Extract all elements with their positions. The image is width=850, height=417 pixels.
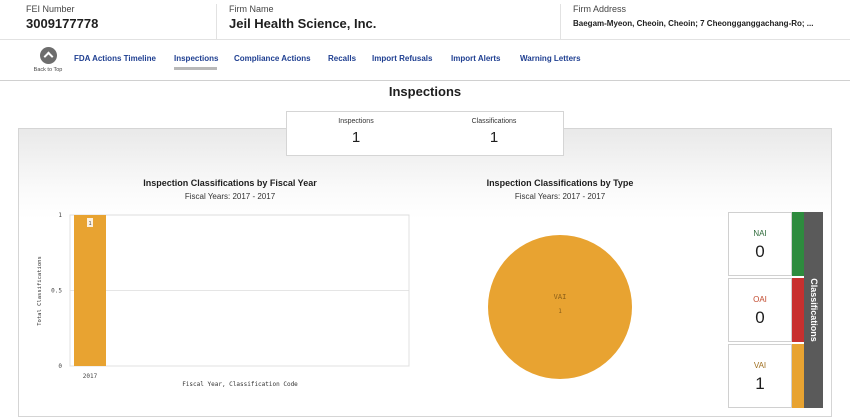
classifications-count-value: 1	[489, 129, 499, 146]
legend-vai-value: 1	[755, 374, 765, 393]
bar-mark[interactable]	[74, 215, 106, 366]
pie-slice-value: 1	[558, 308, 562, 315]
bar-y-tick-label: 1	[58, 212, 62, 219]
bar-y-tick-label: 0.5	[51, 288, 62, 295]
legend-oai[interactable]: OAI 0	[728, 278, 792, 342]
bar-data-label: 1	[88, 221, 91, 227]
legend-vai[interactable]: VAI 1	[728, 344, 792, 408]
pie-slice[interactable]	[488, 235, 632, 379]
inspections-count-value: 1	[351, 129, 361, 146]
classifications-count-label: Classifications	[471, 118, 517, 125]
pie-slice-label: VAI	[554, 293, 567, 301]
bar-y-tick-label: 0	[58, 363, 62, 370]
bar-x-tick-label: 2017	[83, 373, 98, 380]
counts-summary: Inspections 1 Classifications 1	[286, 111, 564, 156]
legend-vai-label: VAI	[753, 361, 767, 370]
legend-nai-label: NAI	[753, 229, 767, 238]
pie-chart-subtitle: Fiscal Years: 2017 - 2017	[514, 192, 606, 201]
bar-x-axis-label: Fiscal Year, Classification Code	[182, 381, 298, 388]
legend-nai-value: 0	[755, 242, 765, 261]
pie-chart: VAI 1	[488, 235, 632, 379]
bar-y-axis-label: Total Classifications	[37, 256, 43, 326]
legend-vai-color-bar	[792, 344, 804, 408]
legend-nai-color-bar	[792, 212, 804, 276]
inspections-count: Inspections 1	[291, 118, 421, 146]
inspections-count-label: Inspections	[338, 118, 374, 125]
legend-nai[interactable]: NAI 0	[728, 212, 792, 276]
classification-legend: NAI 0 OAI 0 VAI 1 Classifications	[728, 212, 823, 408]
legend-oai-color-bar	[792, 278, 804, 342]
legend-oai-label: OAI	[753, 295, 767, 304]
bar-chart: 0 0.5 1 1 2017 Fiscal Year, Classification…	[37, 212, 410, 388]
legend-side-label: Classifications	[808, 278, 819, 342]
legend-side-tab[interactable]: Classifications	[804, 212, 823, 408]
classifications-count: Classifications 1	[429, 118, 559, 146]
legend-oai-value: 0	[755, 308, 765, 327]
pie-chart-title: Inspection Classifications by Type	[486, 178, 634, 188]
